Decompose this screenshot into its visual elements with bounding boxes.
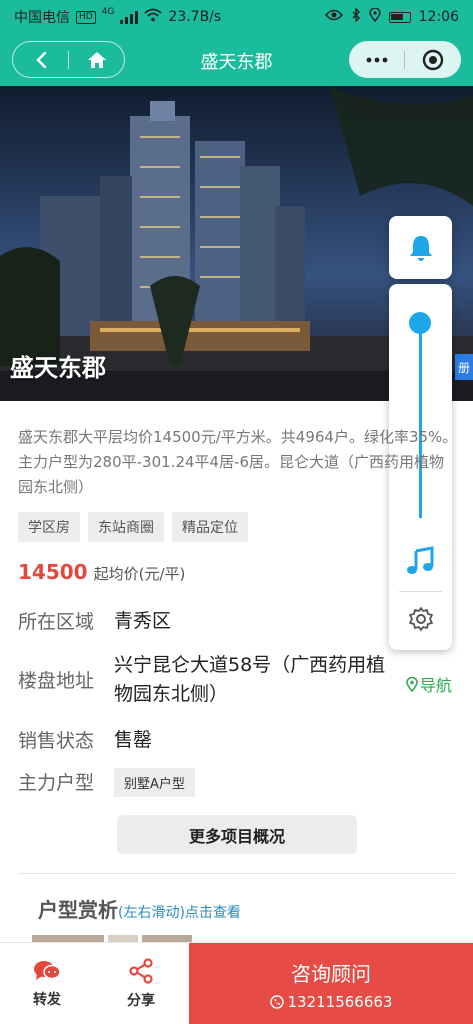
carrier-text: 中国电信 (14, 10, 70, 26)
more-menu-button[interactable] (349, 41, 404, 78)
floor-plan-header: 户型赏析 (左右滑动)点击查看 (38, 894, 241, 923)
region-label: 所在区域 (18, 611, 95, 633)
info-row-region: 所在区域 青秀区 (18, 607, 171, 636)
consult-phone: 13211566663 (269, 992, 393, 1011)
navigate-link[interactable]: 导航 (406, 672, 452, 696)
bell-icon (409, 235, 432, 261)
battery-icon (388, 11, 411, 23)
tag-east-station: 东站商圈 (88, 512, 164, 542)
location-icon (368, 7, 381, 26)
network-gen: 4G (101, 7, 115, 17)
price-line: 14500 起均价(元/平) (18, 560, 455, 584)
share-button[interactable]: 分享 (94, 943, 188, 1024)
floor-plan-title: 户型赏析 (38, 898, 118, 922)
phone-icon (269, 994, 284, 1009)
status-value: 售罄 (114, 729, 153, 751)
region-value: 青秀区 (114, 610, 172, 632)
phone-number: 13211566663 (287, 992, 393, 1011)
address-value: 兴宁昆仑大道58号（广西药用植物园东北侧） (114, 654, 386, 705)
hero-side-tab[interactable]: 册 (455, 354, 473, 380)
target-close-icon (422, 49, 443, 70)
unit-type-chip[interactable]: 别墅A户型 (114, 768, 195, 797)
consult-advisor-button[interactable]: 咨询顾问 13211566663 (189, 943, 473, 1024)
more-overview-button[interactable]: 更多项目概况 (117, 815, 357, 854)
wifi-icon (144, 8, 162, 26)
network-speed: 23.7B/s (168, 9, 222, 25)
status-bar: 中国电信 HD 4G 23.7B/s 12:06 (0, 0, 473, 34)
share-label: 分享 (127, 993, 155, 1009)
bluetooth-icon (351, 7, 361, 26)
forward-button[interactable]: 转发 (0, 943, 94, 1024)
floor-plan-hint: (左右滑动)点击查看 (118, 905, 241, 921)
forward-label: 转发 (33, 992, 61, 1008)
project-tags: 学区房 东站商圈 精品定位 (18, 512, 455, 542)
more-dots-icon (366, 57, 387, 62)
close-miniprogram-button[interactable] (405, 41, 460, 78)
address-label: 楼盘地址 (18, 670, 95, 692)
bottom-action-bar: 转发 分享 咨询顾问 13211566663 (0, 942, 473, 1024)
section-divider (18, 873, 455, 874)
settings-button[interactable] (408, 606, 434, 636)
status-label: 销售状态 (18, 730, 95, 752)
tag-school-district: 学区房 (18, 512, 80, 542)
price-unit: 起均价(元/平) (93, 565, 186, 583)
gear-icon (409, 607, 433, 631)
notification-bell-button[interactable] (389, 216, 452, 279)
hero-title: 盛天东郡 (10, 354, 106, 382)
navigate-text: 导航 (420, 676, 453, 695)
info-row-address: 楼盘地址 兴宁昆仑大道58号（广西药用植物园东北侧） (18, 651, 394, 709)
project-description: 盛天东郡大平层均价14500元/平方米。共4964户。绿化率35%。主力户型为2… (18, 428, 458, 496)
share-icon (129, 958, 153, 984)
unit-type-label: 主力户型 (18, 772, 95, 794)
consult-label: 咨询顾问 (291, 961, 371, 986)
map-pin-icon (406, 676, 418, 692)
miniprogram-capsule (349, 41, 461, 78)
volume-slider-thumb[interactable] (409, 312, 431, 334)
clock-time: 12:06 (418, 9, 459, 25)
panel-divider (399, 591, 442, 592)
signal-icon (120, 10, 139, 24)
chat-bubbles-icon (34, 961, 61, 980)
eye-icon (324, 9, 343, 25)
project-content: 盛天东郡大平层均价14500元/平方米。共4964户。绿化率35%。主力户型为2… (0, 401, 473, 584)
info-row-status: 销售状态 售罄 (18, 726, 152, 755)
price-value: 14500 (18, 560, 88, 584)
nav-bar: 盛天东郡 (0, 34, 473, 86)
hd-badge: HD (76, 10, 96, 24)
tag-premium: 精品定位 (172, 512, 248, 542)
info-row-unit-type: 主力户型 别墅A户型 (18, 768, 195, 797)
